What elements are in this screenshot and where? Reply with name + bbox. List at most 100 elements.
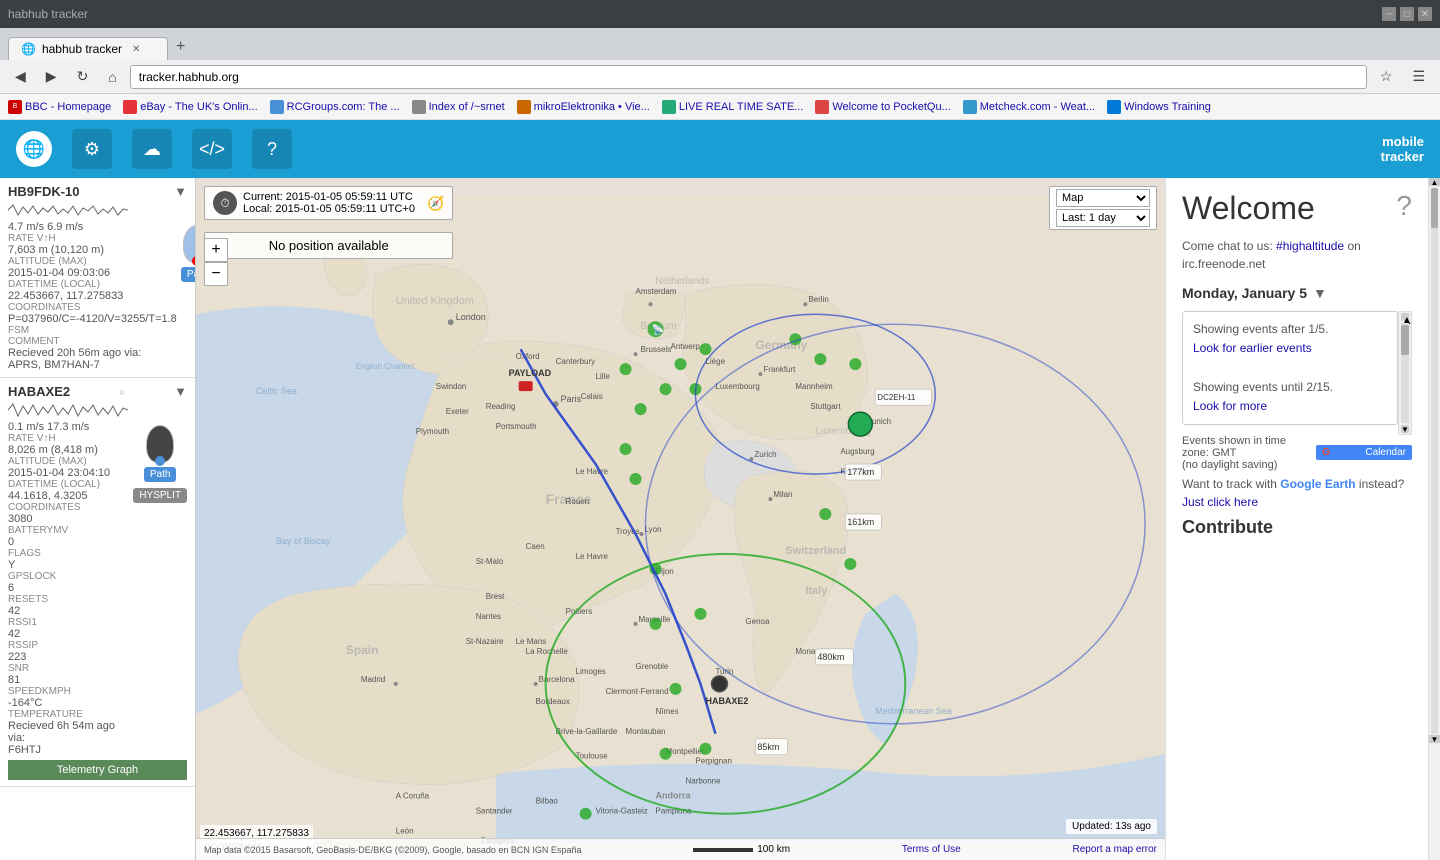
tracker1-rate: 4.7 m/s 6.9 m/s — [8, 221, 177, 233]
window-title: habhub tracker — [8, 7, 88, 21]
mobile-label: mobile — [1382, 134, 1424, 149]
zoom-out-button[interactable]: − — [204, 262, 228, 286]
title-bar-controls: ─ □ ✕ — [1382, 7, 1432, 21]
bookmark-metcheck[interactable]: Metcheck.com - Weat... — [963, 100, 1095, 114]
tab-close-icon[interactable]: ✕ — [132, 44, 140, 55]
svg-text:English Channel: English Channel — [356, 362, 414, 371]
nav-bar: ◀ ▶ ↻ ⌂ ☆ ☰ — [0, 60, 1440, 94]
look-more-link[interactable]: Look for more — [1193, 399, 1267, 413]
maximize-button[interactable]: □ — [1400, 7, 1414, 21]
timezone-note: Events shown in time zone: GMT(no daylig… — [1182, 435, 1412, 471]
svg-text:Bilbao: Bilbao — [536, 797, 559, 806]
svg-text:Italy: Italy — [805, 585, 828, 597]
terms-link[interactable]: Terms of Use — [902, 844, 961, 855]
bookmark-button[interactable]: ☆ — [1373, 64, 1400, 89]
settings-button[interactable]: ⚙ — [72, 129, 112, 169]
svg-text:Bay of Biscay: Bay of Biscay — [276, 536, 331, 546]
svg-text:La Rochelle: La Rochelle — [526, 647, 569, 656]
help-question-icon[interactable]: ? — [1396, 190, 1412, 222]
events-scrollbar[interactable]: ▲ ▼ — [1398, 311, 1412, 435]
weather-button[interactable]: ☁ — [132, 129, 172, 169]
just-click-link[interactable]: Just click here — [1182, 495, 1258, 509]
bookmark-bbc[interactable]: BBBC - Homepage — [8, 100, 111, 114]
map-left-overlay: ⏱ Current: 2015-01-05 05:59:11 UTC Local… — [204, 186, 453, 259]
bookmark-ebay[interactable]: eBay - The UK's Onlin... — [123, 100, 257, 114]
tracker1-name[interactable]: HB9FDK-10 ▼ — [8, 184, 187, 199]
scroll-down-btn[interactable]: ▼ — [1401, 425, 1409, 433]
panel-scroll-up[interactable]: ▲ — [1429, 178, 1440, 186]
tracker2-via: F6HTJ — [8, 744, 129, 756]
chat-link[interactable]: #highaltitude — [1276, 239, 1344, 253]
map-time-box: ⏱ Current: 2015-01-05 05:59:11 UTC Local… — [204, 186, 453, 220]
report-link[interactable]: Report a map error — [1073, 844, 1157, 855]
tracker2-datetime: 2015-01-04 23:04:10 — [8, 467, 129, 479]
date-dropdown-icon[interactable]: ▼ — [1313, 285, 1327, 301]
svg-text:PAYLOAD: PAYLOAD — [509, 368, 552, 378]
updated-text: Updated: 13s ago — [1072, 821, 1151, 832]
tracker2-path-button[interactable]: Path — [144, 467, 177, 482]
bookmark-mikro[interactable]: mikroElektronika • Vie... — [517, 100, 650, 114]
new-tab-button[interactable]: + — [168, 34, 193, 60]
tracker1-path-button[interactable]: Path — [181, 267, 196, 282]
scroll-up-btn[interactable]: ▲ — [1401, 313, 1409, 321]
tracker2-dropdown-icon[interactable]: ▼ — [174, 384, 187, 399]
bookmark-live[interactable]: LIVE REAL TIME SATE... — [662, 100, 804, 114]
tracker1-dropdown-icon[interactable]: ▼ — [174, 184, 187, 199]
tracker1-comment: P=037960/C=-4120/V=3255/T=1.8 — [8, 313, 177, 325]
minimize-button[interactable]: ─ — [1382, 7, 1396, 21]
svg-text:St-Nazaire: St-Nazaire — [466, 637, 504, 646]
tracker2-snr-label: SNR — [8, 663, 129, 674]
svg-text:📡: 📡 — [652, 323, 665, 336]
home-button[interactable]: ⌂ — [101, 65, 123, 89]
svg-text:Brest: Brest — [486, 592, 505, 601]
bookmark-windows[interactable]: Windows Training — [1107, 100, 1211, 114]
tracker2-rssip-label: RSSIP — [8, 640, 129, 651]
compass-icon[interactable]: 🧭 — [427, 195, 444, 212]
tracker2-waveform — [8, 401, 187, 419]
svg-text:Barcelona: Barcelona — [539, 675, 576, 684]
forward-button[interactable]: ▶ — [39, 64, 64, 89]
bookmark-pocket[interactable]: Welcome to PocketQu... — [815, 100, 950, 114]
code-button[interactable]: </> — [192, 129, 232, 169]
menu-button[interactable]: ☰ — [1405, 64, 1432, 89]
url-bar[interactable] — [130, 65, 1367, 89]
right-panel-scrollbar[interactable]: ▲ ▼ — [1428, 178, 1440, 860]
svg-text:León: León — [396, 827, 414, 836]
svg-text:Caen: Caen — [526, 542, 545, 551]
tracker2-speed: 81 — [8, 674, 129, 686]
close-button[interactable]: ✕ — [1418, 7, 1432, 21]
svg-text:Portsmouth: Portsmouth — [496, 422, 537, 431]
svg-text:Genoa: Genoa — [745, 617, 770, 626]
tracker2-hysplit-button[interactable]: HYSPLIT — [133, 488, 187, 503]
bookmark-index[interactable]: Index of /~srnet — [412, 100, 505, 114]
svg-text:Swindon: Swindon — [436, 382, 467, 391]
svg-text:Brussels: Brussels — [641, 345, 672, 354]
map-type-select[interactable]: Map Satellite Hybrid — [1056, 189, 1150, 207]
welcome-title: Welcome — [1182, 190, 1315, 227]
back-button[interactable]: ◀ — [8, 64, 33, 89]
panel-scroll-down[interactable]: ▼ — [1429, 735, 1440, 743]
telemetry-button[interactable]: Telemetry Graph — [8, 760, 187, 780]
svg-text:St-Malo: St-Malo — [476, 557, 504, 566]
tracker2-name[interactable]: HABAXE2 ○ ▼ — [8, 384, 187, 399]
tracker2-received: Recieved 6h 54m ago via: — [8, 720, 129, 744]
bookmark-rcgroups[interactable]: RCGroups.com: The ... — [270, 100, 400, 114]
local-time: Local: 2015-01-05 05:59:11 UTC+0 — [243, 203, 415, 215]
help-button[interactable]: ? — [252, 129, 292, 169]
zoom-in-button[interactable]: + — [204, 238, 228, 262]
tracker1-coordinates: 22.453667, 117.275833 — [8, 290, 177, 302]
tracker1-comment-label: FSM COMMENT — [8, 325, 177, 347]
app-logo: 🌐 — [16, 131, 52, 167]
svg-text:Clermont-Ferrand: Clermont-Ferrand — [606, 687, 669, 696]
tracker2-rate-label: RATE V↑H — [8, 433, 129, 444]
gcal-button[interactable]: Google Calendar — [1316, 445, 1412, 460]
look-earlier-link[interactable]: Look for earlier events — [1193, 341, 1312, 355]
map-timerange-select[interactable]: Last: 1 day Last: 6 hours Last: 12 hours… — [1056, 209, 1150, 227]
reload-button[interactable]: ↻ — [70, 64, 96, 89]
map-type-box: Map Satellite Hybrid Last: 1 day Last: 6… — [1049, 186, 1157, 230]
browser-tab[interactable]: 🌐 habhub tracker ✕ — [8, 37, 168, 60]
svg-text:Le Havre: Le Havre — [576, 467, 609, 476]
panel-scroll-track — [1431, 188, 1438, 734]
updated-badge: Updated: 13s ago — [1066, 819, 1157, 834]
date-label: Monday, January 5 — [1182, 285, 1307, 301]
